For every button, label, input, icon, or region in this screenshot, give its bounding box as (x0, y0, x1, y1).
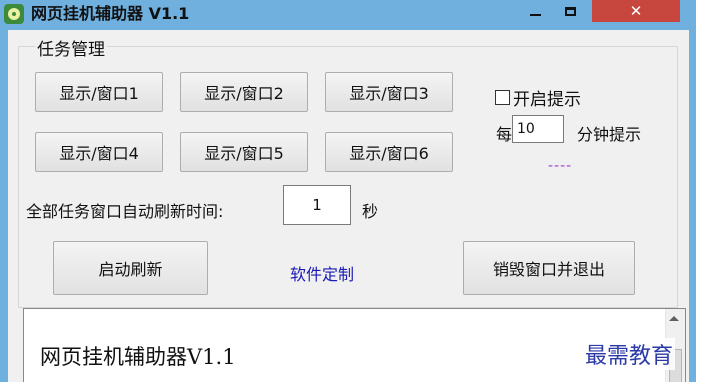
refresh-unit-label: 秒 (362, 202, 379, 221)
close-icon: ✕ (629, 2, 643, 20)
app-icon (4, 4, 24, 24)
log-text: 网页挂机辅助器V1.1 (40, 345, 236, 369)
custom-software-link[interactable]: 软件定制 (290, 261, 354, 285)
app-window: 网页挂机辅助器 V1.1 ✕ 任务管理 显示/窗口1 显示/窗口2 显示/窗口3… (0, 0, 696, 382)
reminder-checkbox[interactable]: 开启提示 (495, 85, 581, 110)
start-refresh-button[interactable]: 启动刷新 (53, 241, 208, 295)
close-button[interactable]: ✕ (592, 0, 680, 22)
group-label: 任务管理 (35, 35, 107, 60)
show-window-1-button[interactable]: 显示/窗口1 (35, 72, 163, 112)
window-title: 网页挂机辅助器 V1.1 (31, 4, 190, 23)
show-window-5-button[interactable]: 显示/窗口5 (180, 132, 308, 172)
scroll-up-icon[interactable] (669, 316, 679, 321)
reminder-status: ---- (548, 158, 573, 174)
maximize-icon (564, 6, 576, 16)
destroy-and-exit-button[interactable]: 销毁窗口并退出 (463, 241, 635, 295)
title-bar[interactable]: 网页挂机辅助器 V1.1 ✕ (0, 0, 696, 30)
show-window-6-button[interactable]: 显示/窗口6 (325, 132, 453, 172)
minutes-suffix-label: 分钟提示 (577, 125, 642, 144)
refresh-time-input[interactable] (283, 185, 351, 225)
show-window-2-button[interactable]: 显示/窗口2 (180, 72, 308, 112)
reminder-checkbox-label: 开启提示 (513, 90, 581, 110)
watermark: 最需教育 (583, 338, 676, 370)
minimize-button[interactable] (520, 0, 550, 22)
minimize-icon (529, 14, 541, 16)
client-area: 任务管理 显示/窗口1 显示/窗口2 显示/窗口3 显示/窗口4 显示/窗口5 … (8, 30, 689, 382)
refresh-time-label: 全部任务窗口自动刷新时间: (26, 202, 224, 221)
show-window-4-button[interactable]: 显示/窗口4 (35, 132, 163, 172)
maximize-button[interactable] (555, 0, 585, 22)
checkbox-icon[interactable] (495, 90, 510, 105)
reminder-minutes-input[interactable] (512, 115, 564, 143)
show-window-3-button[interactable]: 显示/窗口3 (325, 72, 453, 112)
